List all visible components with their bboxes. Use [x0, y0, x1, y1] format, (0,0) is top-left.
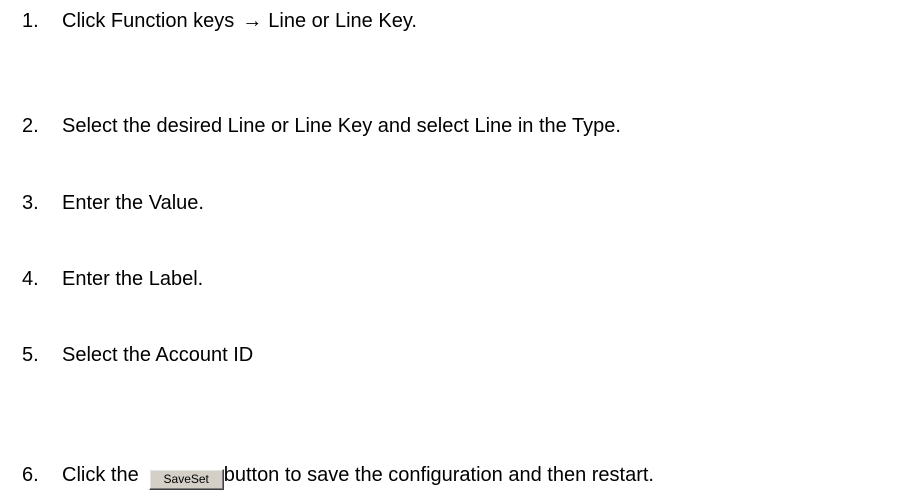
step-text: Enter the Value. — [62, 192, 204, 214]
step-number: 3. — [22, 192, 39, 214]
step-text: Click the — [62, 464, 139, 486]
step-text: Enter the Label. — [62, 268, 204, 290]
step-4: 4. Enter the Label. — [22, 267, 203, 291]
step-text-after: button to save the configuration and the… — [223, 464, 654, 486]
step-text-after: Line or Line Key. — [268, 10, 417, 32]
step-number: 6. — [22, 464, 39, 486]
step-text: Select the Account ID — [62, 344, 254, 366]
step-number: 1. — [22, 10, 39, 32]
step-6: 6. Click the SaveSet button to save the con… — [22, 463, 654, 490]
step-number: 4. — [22, 268, 39, 290]
step-text: Click Function keys — [62, 10, 235, 32]
step-3: 3. Enter the Value. — [22, 191, 204, 215]
step-5: 5. Select the Account ID — [22, 343, 253, 367]
saveset-button[interactable]: SaveSet — [148, 469, 224, 490]
step-1: 1. Click Function keys → Line or Line Key. — [22, 9, 417, 33]
arrow-right-icon: → — [242, 10, 263, 32]
step-number: 5. — [22, 344, 39, 366]
step-number: 2. — [22, 115, 39, 137]
step-text: Select the desired Line or Line Key and … — [62, 115, 621, 137]
step-2: 2. Select the desired Line or Line Key an… — [22, 114, 621, 138]
